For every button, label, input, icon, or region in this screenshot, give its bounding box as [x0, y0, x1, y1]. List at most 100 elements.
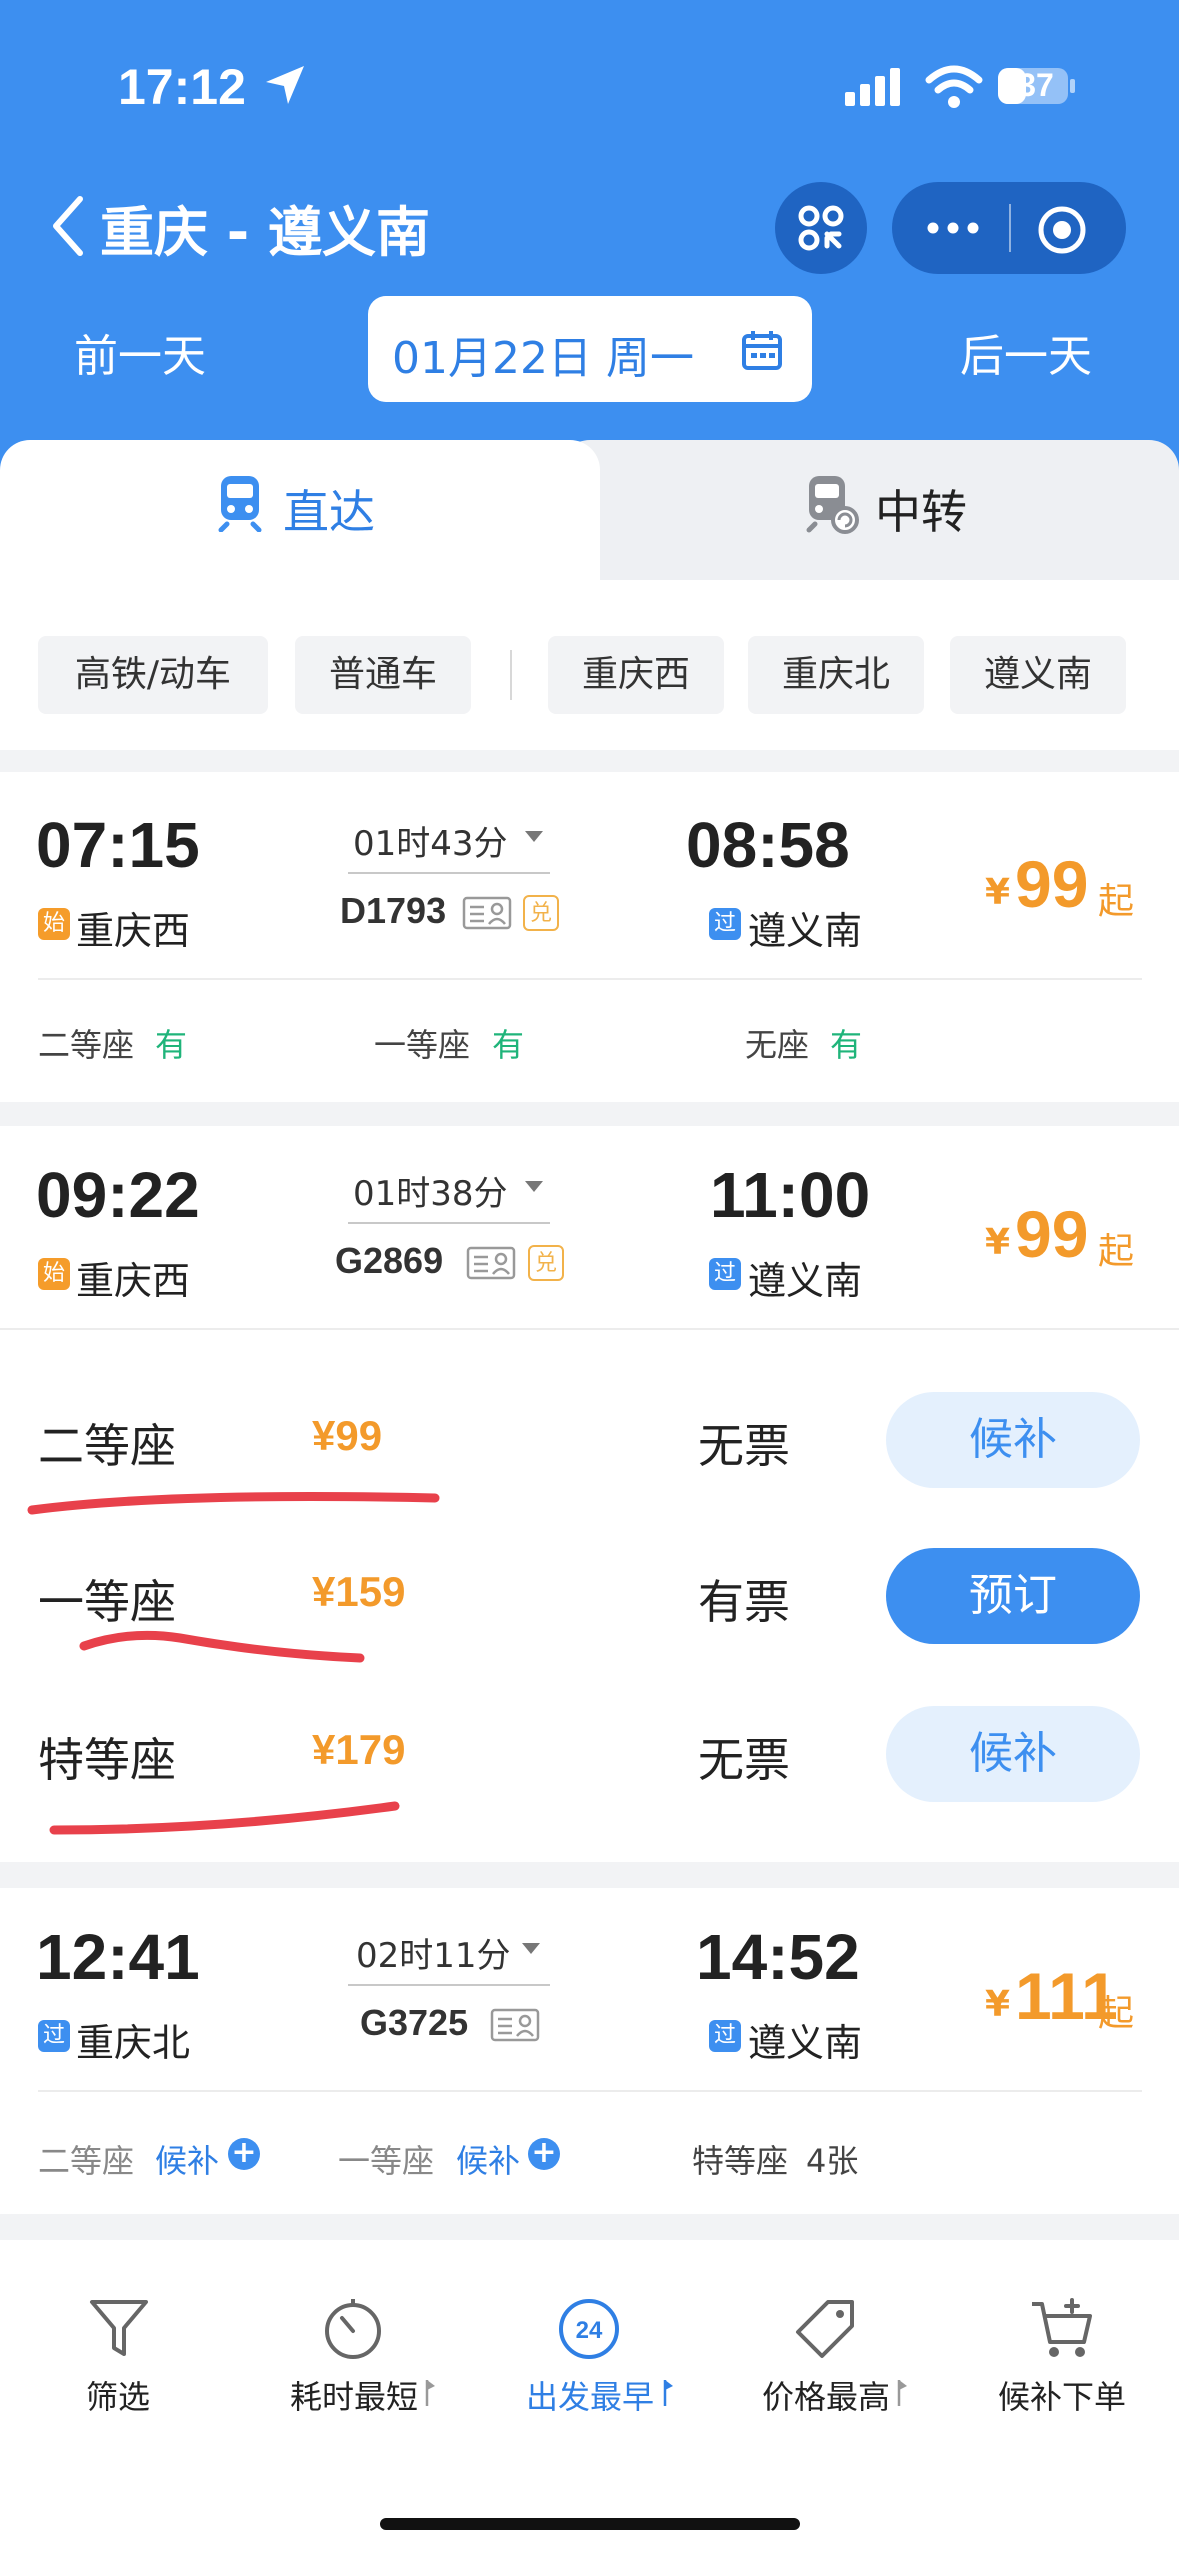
origin-tag: 始 [38, 1258, 70, 1290]
location-arrow-icon [266, 66, 304, 104]
clock-24-icon[interactable]: 24 [556, 2296, 622, 2362]
plus-circle-icon[interactable]: + [528, 2138, 560, 2170]
sort-flag-icon [897, 2380, 907, 2406]
nav-highest-price-label[interactable]: 价格最高 [762, 2372, 890, 2418]
caret-down-icon [525, 1181, 543, 1192]
signal-icon [845, 68, 900, 106]
nav-earliest-label[interactable]: 出发最早 [526, 2372, 654, 2418]
id-card-icon [462, 896, 512, 930]
nav-waitlist-order-label[interactable]: 候补下单 [998, 2372, 1126, 2418]
ticket-status: 有票 [698, 1575, 790, 1629]
filter-chip-chongqingbei[interactable]: 重庆北 [748, 636, 924, 714]
filter-chip-high-speed[interactable]: 高铁/动车 [38, 636, 268, 714]
capsule-divider [1009, 204, 1011, 252]
train-icon [218, 476, 262, 532]
tab-transfer-bg[interactable] [560, 440, 1179, 600]
price-value: 99 [1015, 1197, 1089, 1271]
id-card-icon [490, 2008, 540, 2042]
depart-time: 07:15 [36, 809, 200, 881]
cart-add-icon[interactable] [1028, 2296, 1094, 2362]
route-title: 重庆 - 遵义南 [100, 201, 431, 264]
ticket-status: 无票 [698, 1419, 790, 1473]
price-from-label: 起 [1098, 1231, 1135, 1272]
red-underline-mark [49, 1801, 400, 1835]
id-card-icon [466, 1246, 516, 1280]
seat-availability: 有 [492, 1026, 525, 1064]
back-chevron-icon[interactable] [50, 195, 86, 257]
price-currency: ¥ [985, 872, 1011, 913]
duration: 01时38分 [353, 1174, 508, 1214]
seat-availability[interactable]: 候补 [456, 2136, 520, 2182]
pass-tag: 过 [709, 908, 741, 940]
home-indicator [380, 2518, 800, 2530]
price-tag-icon[interactable] [792, 2296, 858, 2362]
scan-button[interactable] [775, 182, 867, 274]
scan-icon [798, 205, 844, 251]
price-value: 99 [1015, 847, 1089, 921]
ticket-status: 无票 [698, 1733, 790, 1787]
caret-down-icon [522, 1943, 540, 1954]
nav-filter-label[interactable]: 筛选 [86, 2372, 150, 2418]
red-underline-mark [79, 1630, 365, 1663]
seat-availability[interactable]: 候补 [155, 2136, 219, 2182]
calendar-icon [742, 331, 782, 370]
filter-chip-chongqingxi[interactable]: 重庆西 [548, 636, 724, 714]
waitlist-button[interactable]: 候补 [886, 1392, 1140, 1488]
seat-availability: 有 [155, 1026, 188, 1064]
price-from-label: 起 [1098, 881, 1135, 922]
red-underline-mark [27, 1492, 440, 1515]
tab-body-top [0, 580, 1179, 600]
transfer-train-icon [806, 476, 859, 534]
date-text: 01月22日 周一 [392, 333, 694, 384]
duration-line [348, 872, 550, 874]
seat-class: 特等座 [692, 2142, 789, 2180]
arrive-time: 08:58 [686, 809, 850, 881]
next-day-link[interactable]: 后一天 [960, 320, 1092, 384]
arrive-station: 遵义南 [748, 909, 863, 953]
depart-station: 重庆西 [76, 1259, 191, 1303]
train-number: D1793 [340, 890, 447, 931]
price-currency: ¥ [985, 1984, 1011, 2025]
nav-shortest-label[interactable]: 耗时最短 [290, 2372, 418, 2418]
seat-class-second: 二等座 [38, 1419, 176, 1473]
arrive-time: 11:00 [710, 1159, 871, 1231]
seat-class: 二等座 [38, 2142, 135, 2180]
seat-class: 二等座 [38, 1026, 135, 1064]
waitlist-button[interactable]: 候补 [886, 1706, 1140, 1802]
seat-price: ¥179 [312, 1726, 406, 1773]
divider [0, 1328, 1179, 1330]
duration-line [348, 1984, 550, 1986]
depart-time: 09:22 [36, 1159, 200, 1231]
seat-availability: 有 [830, 1026, 863, 1064]
filter-chip-zunyinan[interactable]: 遵义南 [950, 636, 1126, 714]
arrive-station: 遵义南 [748, 2021, 863, 2065]
filter-chip-regular[interactable]: 普通车 [295, 636, 471, 714]
prev-day-link[interactable]: 前一天 [74, 320, 206, 384]
duration: 01时43分 [353, 824, 508, 864]
arrive-time: 14:52 [696, 1921, 860, 1993]
more-dots-icon[interactable] [920, 210, 986, 246]
seat-class: 一等座 [374, 1026, 471, 1064]
pass-tag: 过 [709, 1258, 741, 1290]
seat-availability: 4张 [806, 2142, 859, 2180]
depart-time: 12:41 [36, 1921, 200, 1993]
plus-circle-icon[interactable]: + [228, 2138, 260, 2170]
clock-24-label: 24 [576, 2317, 603, 2344]
pass-tag: 过 [38, 2020, 70, 2052]
tab-direct[interactable]: 直达 [283, 476, 375, 542]
train-number: G2869 [335, 1240, 444, 1281]
status-time: 17:12 [118, 59, 246, 115]
duration: 02时11分 [356, 1936, 511, 1976]
seat-price: ¥159 [312, 1568, 406, 1615]
exchange-badge-icon: 兑 [523, 895, 559, 931]
timer-icon[interactable] [320, 2296, 386, 2362]
duration-line [348, 1222, 550, 1224]
seat-price: ¥99 [312, 1412, 383, 1459]
book-button[interactable]: 预订 [886, 1548, 1140, 1644]
wifi-icon [925, 65, 983, 108]
close-target-icon[interactable] [1036, 204, 1088, 256]
origin-tag: 始 [38, 908, 70, 940]
filter-icon[interactable] [86, 2296, 152, 2362]
tab-transfer[interactable]: 中转 [875, 476, 967, 542]
price-from-label: 起 [1098, 1993, 1135, 2034]
